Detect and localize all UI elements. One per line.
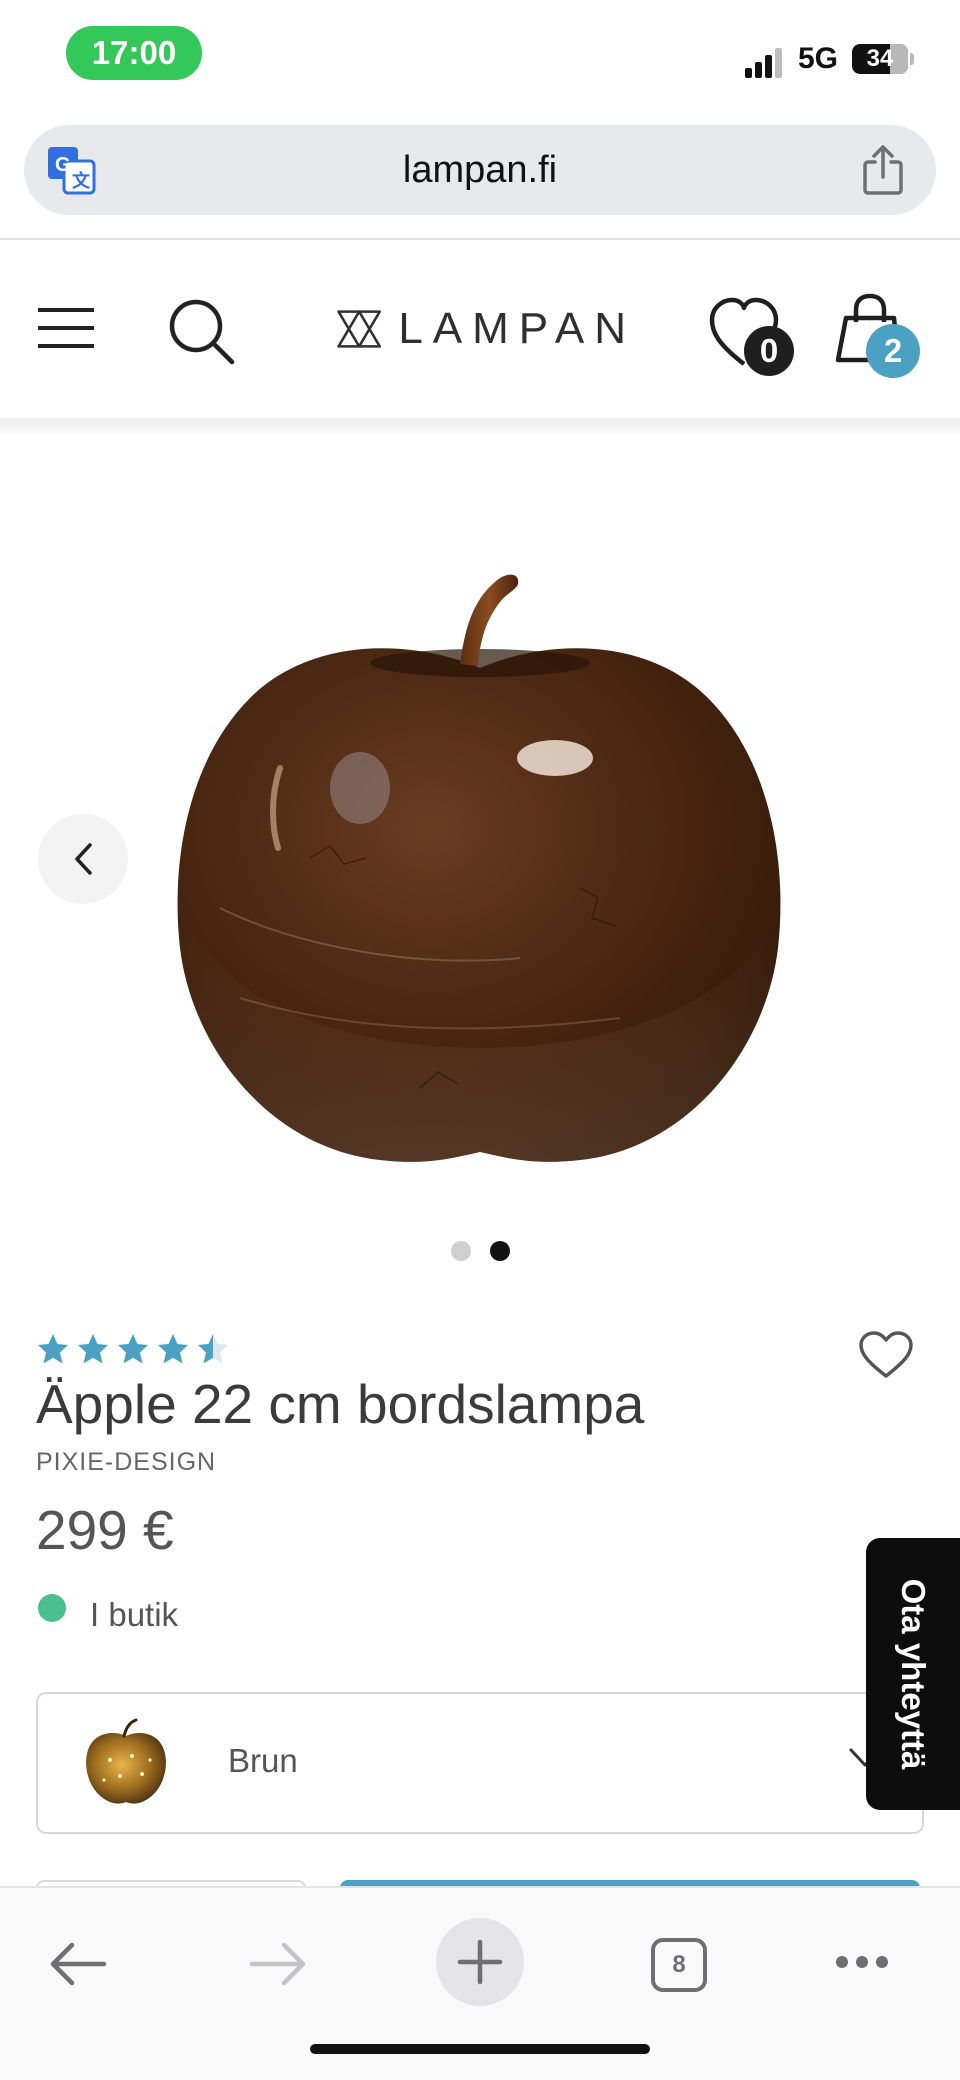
variant-select[interactable]: Brun <box>36 1692 924 1834</box>
gallery-dot-1[interactable] <box>451 1241 471 1261</box>
product-title: Äpple 22 cm bordslampa <box>36 1373 645 1435</box>
star-half-icon <box>198 1334 228 1364</box>
site-logo[interactable]: LAMPAN <box>336 296 636 362</box>
contact-tab[interactable]: Ota yhteyttä <box>866 1538 960 1810</box>
stock-indicator <box>38 1594 66 1622</box>
stock-status: I butik <box>90 1596 179 1633</box>
wishlist-count-badge[interactable]: 0 <box>744 326 794 376</box>
star-icon <box>78 1334 108 1364</box>
network-type: 5G <box>798 42 839 75</box>
menu-icon[interactable] <box>38 306 94 350</box>
star-icon <box>38 1334 68 1364</box>
logo-mark-icon <box>337 310 382 348</box>
cart-count-badge[interactable]: 2 <box>866 324 920 378</box>
arrow-left-icon[interactable] <box>48 1940 108 1988</box>
product-brand[interactable]: PIXIE-DESIGN <box>36 1448 216 1477</box>
product-price: 299 € <box>36 1499 174 1561</box>
status-time: 17:00 <box>66 26 202 80</box>
signal-icon <box>745 48 782 78</box>
contact-tab-label: Ota yhteyttä <box>895 1578 932 1770</box>
site-header: LAMPAN 0 2 <box>0 240 960 420</box>
star-icon <box>118 1334 148 1364</box>
product-image[interactable] <box>160 528 800 1188</box>
rating-stars[interactable] <box>36 1332 236 1366</box>
url-text[interactable]: lampan.fi <box>24 149 936 192</box>
home-indicator <box>310 2044 650 2054</box>
status-bar: 17:00 5G 34 <box>0 0 960 120</box>
search-icon[interactable] <box>166 296 236 366</box>
share-icon[interactable] <box>860 144 906 196</box>
battery-level: 34 <box>866 45 894 72</box>
battery-icon: 34 <box>852 44 908 74</box>
previous-image-button[interactable] <box>38 814 128 904</box>
product-gallery[interactable] <box>0 438 960 1278</box>
logo-text: LAMPAN <box>398 304 636 353</box>
header-shadow <box>0 418 960 438</box>
gallery-dot-2-active[interactable] <box>490 1241 510 1261</box>
arrow-right-icon[interactable] <box>248 1940 308 1988</box>
chevron-left-icon <box>75 843 92 875</box>
heart-outline-icon[interactable] <box>858 1330 914 1380</box>
tabs-button[interactable]: 8 <box>651 1938 707 1992</box>
new-tab-button[interactable] <box>436 1918 524 2006</box>
plus-icon <box>457 1939 503 1985</box>
variant-thumbnail <box>86 1718 166 1804</box>
address-bar[interactable]: G 文 lampan.fi <box>24 125 936 215</box>
more-icon[interactable] <box>834 1954 890 1970</box>
star-icon <box>158 1334 188 1364</box>
battery-tip <box>910 53 914 65</box>
variant-value: Brun <box>228 1742 298 1779</box>
